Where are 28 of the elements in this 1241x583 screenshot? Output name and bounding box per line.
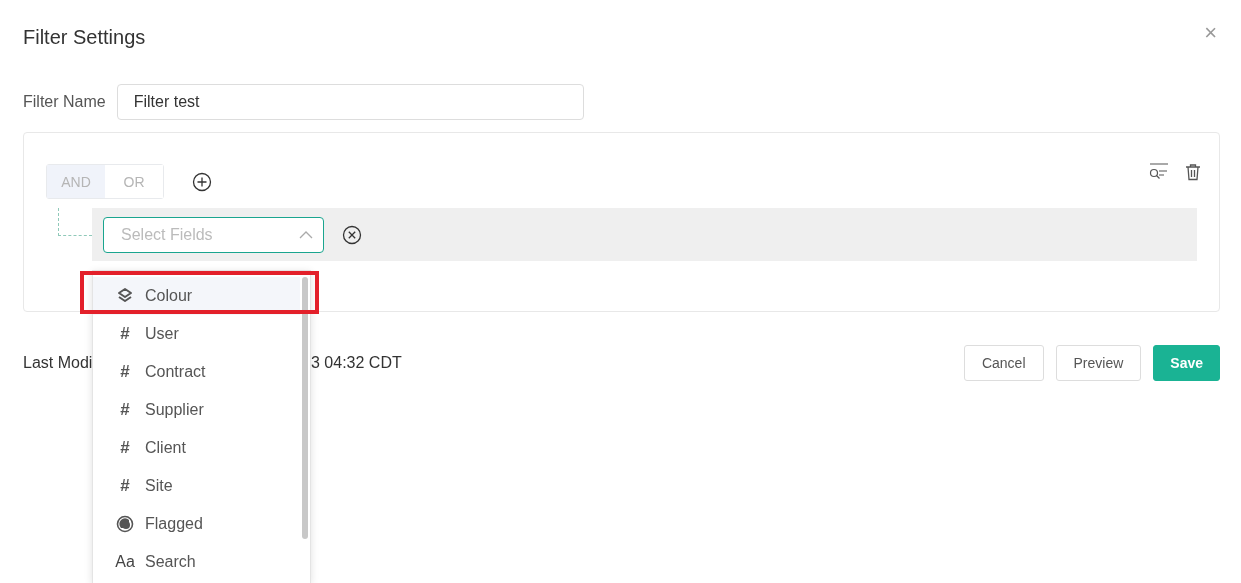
text-type-icon: Aa: [115, 553, 135, 571]
dropdown-option[interactable]: # Site: [93, 467, 300, 505]
scrollbar[interactable]: [302, 277, 308, 539]
secondary-button[interactable]: Preview: [1055, 345, 1142, 381]
field-label: Filter Name: [23, 93, 106, 111]
dialog-title: Filter Settings: [23, 25, 146, 49]
filter-search-icon[interactable]: [1149, 162, 1169, 181]
dropdown-option[interactable]: Aa Search: [93, 543, 300, 581]
trash-icon[interactable]: [1185, 162, 1201, 181]
hash-icon: #: [115, 324, 135, 344]
dropdown-option[interactable]: # Supplier: [93, 391, 300, 429]
dropdown-option[interactable]: # Contract: [93, 353, 300, 391]
secondary-button[interactable]: Cancel: [963, 345, 1044, 381]
last-modified-text: 3 04:32 CDT: [311, 354, 402, 372]
dropdown-option[interactable]: Flagged: [93, 505, 300, 543]
hash-icon: #: [115, 362, 135, 382]
hash-icon: #: [115, 476, 135, 496]
hash-icon: #: [115, 400, 135, 420]
add-icon[interactable]: [192, 171, 212, 192]
last-modified-text: Last Modi: [23, 354, 93, 371]
hash-icon: #: [115, 438, 135, 458]
dropdown-option[interactable]: # User: [93, 315, 300, 353]
filter-name-field[interactable]: Filter test: [116, 84, 584, 120]
layers-icon: [116, 287, 134, 305]
dropdown-option[interactable]: # Client: [93, 429, 300, 467]
toggle-icon: [116, 515, 134, 533]
caret-icon: [299, 230, 313, 239]
remove-icon[interactable]: [342, 224, 362, 245]
